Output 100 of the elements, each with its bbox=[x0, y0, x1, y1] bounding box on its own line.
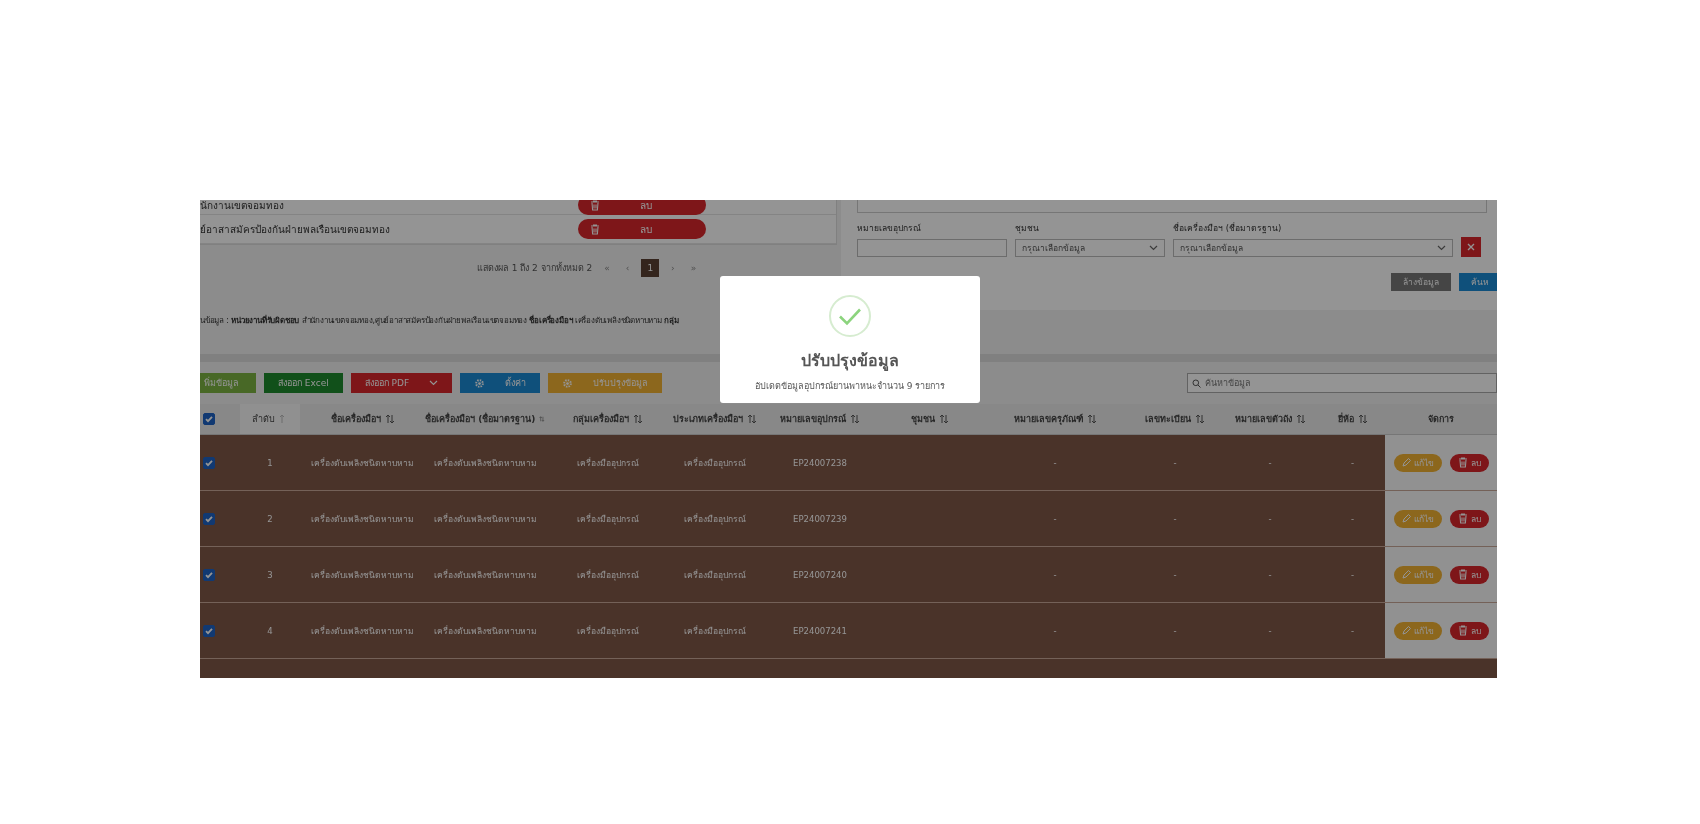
table-cell: - bbox=[1268, 569, 1272, 580]
table-row[interactable]: 2 เครื่องดับเพลิงชนิดหาบหาม เครื่องดับเพลิงชนิดหาบหาม เครื่องมืออุปกรณ์ เครื่องมืออุปกรณ์ EP24007239 - - - - แก้ไข ลบ bbox=[200, 491, 1497, 547]
sort-icon[interactable] bbox=[384, 414, 395, 424]
sort-icon[interactable] bbox=[747, 414, 757, 424]
checkmark-icon bbox=[828, 294, 872, 338]
sort-icon[interactable] bbox=[632, 414, 643, 424]
table-cell: 2 bbox=[267, 513, 273, 524]
next-page-button[interactable]: › bbox=[667, 261, 679, 275]
row-checkbox[interactable] bbox=[203, 456, 215, 469]
sort-icon[interactable] bbox=[939, 414, 949, 424]
agency-name: ย์อาสาสมัครป้องกันฝ่ายพลเรือนเขตจอมทอง bbox=[200, 222, 390, 237]
table-cell: - bbox=[1173, 569, 1177, 580]
search-field[interactable]: ค้นหาข้อมูล bbox=[1187, 373, 1497, 393]
input-field[interactable] bbox=[857, 200, 1487, 213]
filter-summary: นข้อมูล : หน่วยงานที่รับผิดชอบ สำนักงานเขตจอมทอง,ศูนย์อาสาสมัครป้องกันฝ่ายพลเรือนเขตจอมทอง ชื่อเครื่องมือฯ เครื่องดับเพลิงชนิดหาบหาม กลุ่ม bbox=[200, 314, 679, 328]
column-header[interactable]: ยี่ห้อ bbox=[1320, 404, 1385, 434]
delete-button[interactable]: ลบ bbox=[1449, 565, 1489, 584]
table-cell-text: เครื่องมืออุปกรณ์ bbox=[576, 512, 639, 526]
excel-button[interactable]: ส่งออก Excel bbox=[264, 373, 343, 393]
column-header[interactable]: หมายเลขอุปกรณ์ bbox=[760, 404, 880, 434]
table-cell-text: เครื่องมืออุปกรณ์ bbox=[576, 568, 639, 582]
pencil-icon bbox=[1401, 626, 1411, 635]
pencil-icon bbox=[1401, 570, 1411, 579]
column-header[interactable]: ประเภทเครื่องมือฯ bbox=[670, 404, 760, 434]
column-header[interactable]: กลุ่มเครื่องมือฯ bbox=[545, 404, 670, 434]
column-header[interactable]: ชื่อเครื่องมือฯ (ชื่อมาตรฐาน) bbox=[425, 404, 545, 434]
page-button[interactable]: 1 bbox=[641, 259, 660, 277]
table-cell: 3 bbox=[267, 569, 273, 580]
table-row[interactable]: 4 เครื่องดับเพลิงชนิดหาบหาม เครื่องดับเพลิงชนิดหาบหาม เครื่องมืออุปกรณ์ เครื่องมืออุปกรณ์ EP24007241 - - - - แก้ไข ลบ bbox=[200, 603, 1497, 659]
table-cell: - bbox=[1173, 513, 1177, 524]
table-row[interactable]: 3 เครื่องดับเพลิงชนิดหาบหาม เครื่องดับเพลิงชนิดหาบหาม เครื่องมืออุปกรณ์ เครื่องมืออุปกรณ์ EP24007240 - - - - แก้ไข ลบ bbox=[200, 547, 1497, 603]
trash-icon bbox=[1457, 457, 1468, 468]
sort-icon[interactable] bbox=[1295, 414, 1306, 424]
column-header[interactable]: เลขทะเบียน bbox=[1130, 404, 1220, 434]
table-cell: - bbox=[1268, 457, 1272, 468]
dialog-message: อัปเดตข้อมูลอุปกรณ์ยานพาหนะจำนวน 9 รายการ bbox=[754, 380, 946, 393]
table-cell: - bbox=[1053, 457, 1057, 468]
delete-button[interactable]: ลบ bbox=[578, 219, 706, 239]
column-header[interactable]: ชื่อเครื่องมือฯ bbox=[300, 404, 425, 434]
table-cell-text: เครื่องมืออุปกรณ์ bbox=[684, 456, 746, 470]
table-row[interactable]: 1 เครื่องดับเพลิงชนิดหาบหาม เครื่องดับเพลิงชนิดหาบหาม เครื่องมืออุปกรณ์ เครื่องมืออุปกรณ์ EP24007238 - - - - แก้ไข ลบ bbox=[200, 435, 1497, 491]
delete-button[interactable]: ลบ bbox=[1449, 621, 1489, 640]
table-cell-text: เครื่องมืออุปกรณ์ bbox=[576, 456, 639, 470]
delete-button[interactable]: ลบ bbox=[578, 200, 706, 215]
column-header[interactable]: หมายเลขตัวถัง bbox=[1220, 404, 1320, 434]
caret-icon bbox=[429, 380, 439, 386]
gear-icon bbox=[474, 377, 486, 389]
reset-button[interactable]: ล้างข้อมูล bbox=[1391, 273, 1451, 291]
row-checkbox[interactable] bbox=[203, 512, 215, 525]
column-header[interactable]: ชุมชน bbox=[880, 404, 980, 434]
gear-icon bbox=[562, 377, 574, 389]
row-checkbox[interactable] bbox=[203, 568, 215, 581]
sort-icon[interactable] bbox=[1357, 414, 1368, 424]
table-cell-text: เครื่องดับเพลิงชนิดหาบหาม bbox=[433, 512, 537, 526]
last-page-button[interactable]: » bbox=[686, 261, 701, 275]
search-button[interactable]: ค้นห bbox=[1459, 273, 1497, 291]
add-button[interactable]: พิ่มข้อมูล bbox=[200, 373, 256, 393]
table-cell: - bbox=[1350, 625, 1355, 636]
table-cell: EP24007239 bbox=[793, 513, 847, 524]
prev-page-button[interactable]: ‹ bbox=[621, 261, 634, 275]
input-field[interactable] bbox=[857, 239, 1007, 257]
pagination-summary: แสดงผล 1 ถึง 2 จากทั้งหมด 2 bbox=[476, 261, 593, 275]
dialog-title: ปรับปรุงข้อมูล bbox=[801, 350, 899, 373]
trash-icon bbox=[1457, 625, 1468, 636]
table-cell-text: เครื่องดับเพลิงชนิดหาบหาม bbox=[311, 456, 414, 470]
table-cell: - bbox=[1053, 569, 1057, 580]
table-cell: - bbox=[1268, 513, 1272, 524]
select-all-checkbox[interactable] bbox=[203, 413, 215, 425]
settings-button[interactable]: ตั้งค่า bbox=[460, 373, 541, 393]
table-cell: - bbox=[1350, 569, 1355, 580]
close-button[interactable] bbox=[1461, 237, 1481, 257]
field-label: หมายเลขอุปกรณ์ bbox=[857, 222, 922, 235]
table-cell: EP24007240 bbox=[793, 569, 847, 580]
table-cell-text: เครื่องดับเพลิงชนิดหาบหาม bbox=[433, 624, 537, 638]
pdf-button[interactable]: ส่งออก PDF bbox=[350, 373, 453, 393]
select-field[interactable]: กรุณาเลือกข้อมูล bbox=[1015, 239, 1165, 257]
first-page-button[interactable]: « bbox=[600, 261, 614, 275]
table-cell-text: เครื่องมืออุปกรณ์ bbox=[684, 624, 746, 638]
table-cell: - bbox=[1268, 625, 1272, 636]
table-cell-text: เครื่องมืออุปกรณ์ bbox=[684, 568, 746, 582]
trash-icon bbox=[590, 223, 600, 235]
close-icon bbox=[1467, 243, 1475, 251]
sort-icon[interactable] bbox=[1086, 414, 1097, 424]
pencil-icon bbox=[1401, 458, 1411, 467]
row-checkbox[interactable] bbox=[203, 624, 215, 637]
sort-icon[interactable] bbox=[850, 414, 860, 424]
table-cell: 4 bbox=[267, 625, 273, 636]
table-cell: - bbox=[1173, 457, 1177, 468]
column-header[interactable]: ลำดับ bbox=[240, 404, 300, 434]
select-field[interactable]: กรุณาเลือกข้อมูล bbox=[1173, 239, 1453, 257]
table-cell-text: เครื่องดับเพลิงชนิดหาบหาม bbox=[433, 456, 537, 470]
table-cell-text: เครื่องดับเพลิงชนิดหาบหาม bbox=[433, 568, 537, 582]
table-cell: - bbox=[1053, 513, 1057, 524]
sort-icon[interactable] bbox=[539, 414, 545, 424]
table-cell: 1 bbox=[267, 457, 273, 468]
trash-icon bbox=[590, 200, 600, 211]
column-header[interactable]: หมายเลขครุภัณฑ์ bbox=[980, 404, 1130, 434]
delete-button[interactable]: ลบ bbox=[1449, 453, 1489, 472]
delete-button[interactable]: ลบ bbox=[1449, 509, 1489, 528]
sort-icon[interactable] bbox=[1195, 414, 1205, 424]
